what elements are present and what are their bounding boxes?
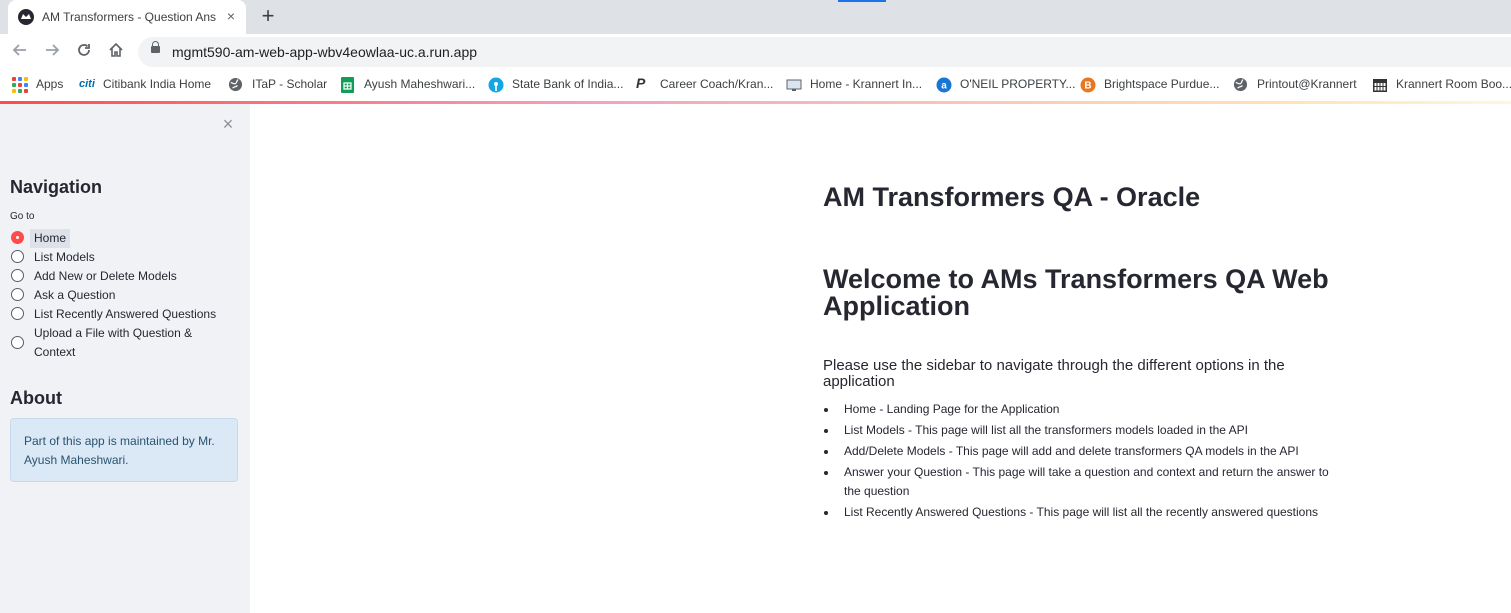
radio-label: Ask a Question [34,288,116,302]
radio-unselected-icon [11,307,24,320]
sheets-icon [340,77,356,93]
main-content: AM Transformers QA - Oracle Welcome to A… [250,104,1511,613]
bookmark-label: Apps [36,77,64,91]
page-title: AM Transformers QA - Oracle [823,182,1201,212]
about-text: Part of this app is maintained by Mr. Ay… [24,434,215,467]
bookmark-label: Ayush Maheshwari... [364,77,476,91]
browser-tab-strip: AM Transformers - Question Ans × + [0,0,1511,34]
tab-title: AM Transformers - Question Ans [42,10,217,24]
list-item: Answer your Question - This page will ta… [823,463,1343,501]
feature-list: Home - Landing Page for the Application … [823,400,1343,524]
radio-label: Home [30,229,71,248]
sbi-icon [488,77,504,93]
list-item: Home - Landing Page for the Application [823,400,1343,419]
about-info-box: Part of this app is maintained by Mr. Ay… [10,418,238,482]
home-icon [109,42,123,57]
tab-strip-indicator [838,0,886,2]
bookmark-label: Citibank India Home [103,77,212,91]
calendar-icon [1372,77,1388,93]
apps-grid-icon [12,77,28,93]
browser-toolbar: mgmt590-am-web-app-wbv4eowlaa-uc.a.run.a… [0,34,1511,70]
reload-button[interactable] [72,40,96,64]
streamlit-favicon-icon [18,9,34,25]
forward-arrow-icon [46,44,60,56]
bookmark-label: State Bank of India... [512,77,624,91]
citi-icon: citi [79,78,95,90]
lock-icon [151,41,160,53]
reload-icon [78,44,90,56]
radio-label: List Models [34,250,95,264]
svg-text:B: B [1084,81,1091,92]
address-url[interactable]: mgmt590-am-web-app-wbv4eowlaa-uc.a.run.a… [172,44,477,60]
bookmark-label: Brightspace Purdue... [1104,77,1220,91]
goto-label: Go to [10,211,35,222]
radio-label: Upload a File with Question & Context [34,326,193,359]
bookmark-label: Printout@Krannert [1257,77,1357,91]
forward-button[interactable] [40,40,64,64]
globe-icon [1233,77,1249,93]
radio-unselected-icon [11,336,24,349]
radio-unselected-icon [11,288,24,301]
list-item: List Models - This page will list all th… [823,421,1343,440]
purdue-p-icon: P [636,75,646,91]
bookmark-label: Career Coach/Kran... [660,77,774,91]
bookmark-label: Home - Krannert In... [810,77,923,91]
back-button[interactable] [8,40,32,64]
bookmark-label: O'NEIL PROPERTY... [960,77,1076,91]
bookmarks-bar: Apps citi Citibank India Home ITaP - Sch… [0,70,1511,100]
sidebar-close-icon[interactable]: × [219,115,237,133]
about-heading: About [10,388,62,408]
radio-unselected-icon [11,250,24,263]
home-button[interactable] [104,40,128,64]
radio-unselected-icon [11,269,24,282]
list-item: List Recently Answered Questions - This … [823,503,1343,522]
navigation-heading: Navigation [10,177,103,197]
radio-label: Add New or Delete Models [34,269,177,283]
brightspace-icon: B [1080,77,1096,93]
bookmark-label: ITaP - Scholar [252,77,328,91]
browser-tab-active[interactable]: AM Transformers - Question Ans × [8,0,246,34]
back-arrow-icon [12,44,26,56]
monitor-icon [786,77,802,93]
address-bar[interactable]: mgmt590-am-web-app-wbv4eowlaa-uc.a.run.a… [138,37,1511,67]
svg-text:a: a [941,81,947,92]
radio-label: List Recently Answered Questions [34,307,217,321]
radio-upload-file[interactable]: Upload a File with Question & Context [10,324,240,362]
new-tab-button[interactable]: + [256,5,280,29]
welcome-heading: Welcome to AMs Transformers QA Web Appli… [823,264,1329,321]
intro-text: Please use the sidebar to navigate throu… [823,357,1285,390]
a-circle-icon: a [936,77,952,93]
globe-icon [228,77,244,93]
radio-selected-icon [11,231,24,244]
sidebar: × Navigation Go to Home List Models Add … [0,104,250,613]
tab-close-icon[interactable]: × [222,7,240,25]
bookmark-label: Krannert Room Boo... [1396,77,1511,91]
list-item: Add/Delete Models - This page will add a… [823,442,1343,461]
